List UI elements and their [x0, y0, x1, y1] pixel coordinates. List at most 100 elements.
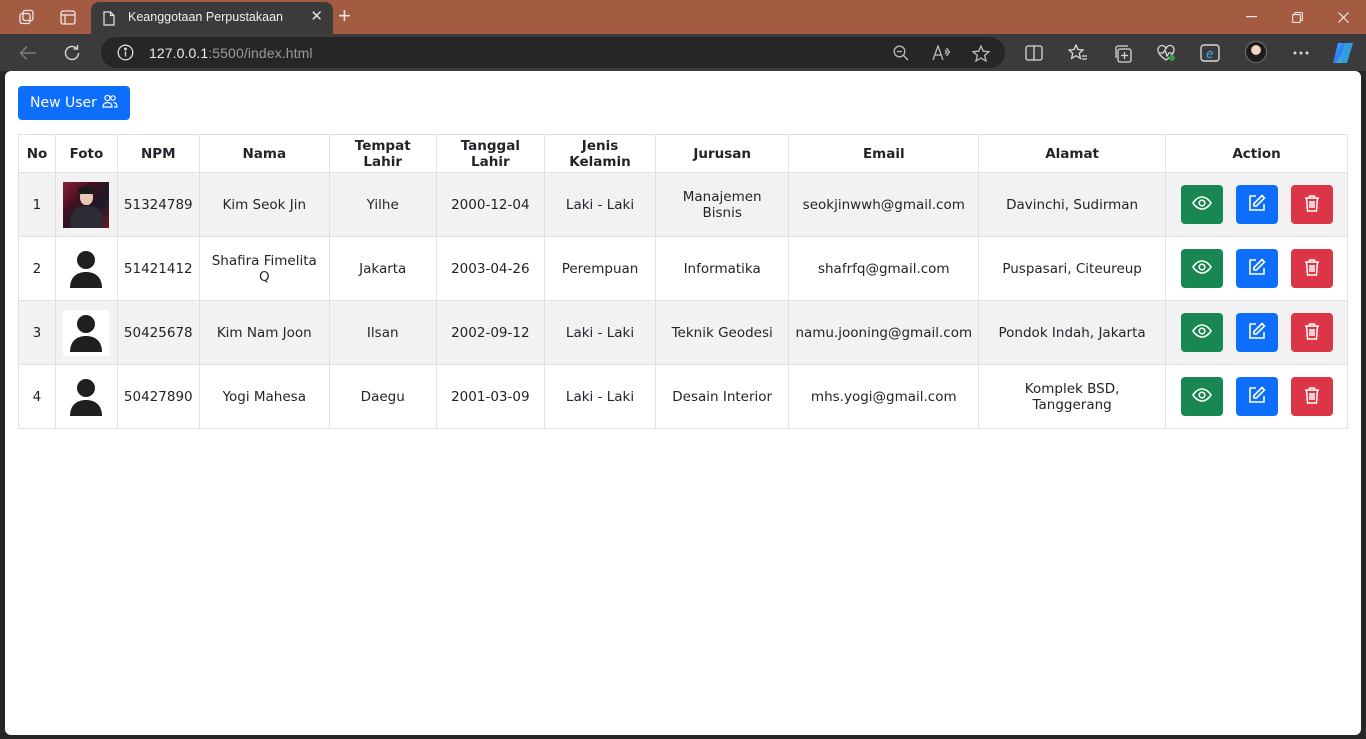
- page-icon: [103, 11, 115, 31]
- cell-jenis-kelamin: Laki - Laki: [544, 364, 656, 429]
- cell-jenis-kelamin: Laki - Laki: [544, 300, 656, 365]
- view-button[interactable]: [1180, 377, 1223, 416]
- new-user-button[interactable]: New User: [18, 86, 130, 120]
- column-header: Action: [1165, 134, 1348, 173]
- zoom-icon[interactable]: [891, 43, 911, 63]
- edge-bar-icon[interactable]: e: [1199, 42, 1221, 64]
- eye-icon: [1191, 260, 1212, 277]
- cell-alamat: Davinchi, Sudirman: [978, 172, 1167, 237]
- edit-icon: [1248, 386, 1266, 407]
- members-table: No Foto NPM Nama Tempat Lahir Tanggal La…: [18, 134, 1348, 429]
- delete-button[interactable]: [1290, 377, 1333, 416]
- edit-icon: [1248, 194, 1266, 215]
- address-bar[interactable]: 127.0.0.1:5500/index.html: [101, 37, 1005, 68]
- cell-nama: Shafira Fimelita Q: [198, 236, 330, 301]
- column-header: Tempat Lahir: [328, 134, 437, 173]
- users-icon: [102, 94, 118, 112]
- edit-button[interactable]: [1235, 377, 1278, 416]
- delete-button[interactable]: [1290, 313, 1333, 352]
- trash-icon: [1304, 322, 1320, 343]
- workspaces-icon[interactable]: [14, 6, 38, 28]
- column-header: Jenis Kelamin: [544, 134, 656, 173]
- trash-icon: [1304, 194, 1320, 215]
- close-window-icon[interactable]: [1320, 6, 1366, 28]
- user-placeholder-icon: [63, 309, 110, 356]
- restore-icon[interactable]: [1274, 6, 1320, 28]
- tab-actions-icon[interactable]: [56, 6, 80, 28]
- table-row: 1 51324789 Kim Seok Jin Yilhe 2000-12-04…: [18, 172, 1348, 237]
- cell-npm: 51324789: [116, 172, 200, 237]
- more-menu-icon[interactable]: [1290, 42, 1312, 64]
- cell-nama: Yogi Mahesa: [198, 364, 330, 429]
- eye-icon: [1191, 388, 1212, 405]
- cell-npm: 50425678: [116, 300, 200, 365]
- edit-button[interactable]: [1235, 185, 1278, 224]
- user-placeholder-icon: [63, 245, 110, 292]
- cell-tanggal-lahir: 2001-03-09: [435, 364, 546, 429]
- edit-icon: [1248, 258, 1266, 279]
- user-placeholder-icon: [63, 373, 110, 420]
- split-screen-icon[interactable]: [1023, 42, 1045, 64]
- view-button[interactable]: [1180, 249, 1223, 288]
- cell-tempat-lahir: Ilsan: [328, 300, 437, 365]
- delete-button[interactable]: [1290, 249, 1333, 288]
- favorite-star-icon[interactable]: [971, 43, 991, 63]
- column-header: Nama: [198, 134, 330, 173]
- eye-icon: [1191, 324, 1212, 341]
- active-tab[interactable]: Keanggotaan Perpustakaan ✕: [91, 2, 333, 34]
- cell-npm: 51421412: [116, 236, 200, 301]
- cell-tanggal-lahir: 2003-04-26: [435, 236, 546, 301]
- new-user-label: New User: [30, 95, 97, 111]
- column-header: NPM: [116, 134, 200, 173]
- close-tab-icon[interactable]: ✕: [310, 9, 323, 25]
- column-header: Email: [788, 134, 980, 173]
- cell-alamat: Pondok Indah, Jakarta: [978, 300, 1167, 365]
- back-icon[interactable]: [15, 40, 41, 66]
- site-info-icon[interactable]: [117, 44, 134, 66]
- cell-tempat-lahir: Daegu: [328, 364, 437, 429]
- cell-jenis-kelamin: Laki - Laki: [544, 172, 656, 237]
- cell-tanggal-lahir: 2002-09-12: [435, 300, 546, 365]
- eye-icon: [1191, 196, 1212, 213]
- cell-jurusan: Teknik Geodesi: [654, 300, 790, 365]
- table-header-row: No Foto NPM Nama Tempat Lahir Tanggal La…: [18, 134, 1348, 173]
- read-aloud-icon[interactable]: [931, 43, 951, 63]
- column-header: Tanggal Lahir: [435, 134, 546, 173]
- tab-title: Keanggotaan Perpustakaan: [128, 10, 283, 24]
- profile-avatar[interactable]: [1245, 41, 1267, 63]
- cell-tempat-lahir: Jakarta: [328, 236, 437, 301]
- cell-npm: 50427890: [116, 364, 200, 429]
- edit-button[interactable]: [1235, 313, 1278, 352]
- cell-jurusan: Manajemen Bisnis: [654, 172, 790, 237]
- cell-nama: Kim Seok Jin: [198, 172, 330, 237]
- browser-essentials-icon[interactable]: [1155, 42, 1177, 64]
- refresh-icon[interactable]: [59, 40, 85, 66]
- view-button[interactable]: [1180, 313, 1223, 352]
- browser-toolbar: 127.0.0.1:5500/index.html e: [0, 34, 1366, 71]
- edit-button[interactable]: [1235, 249, 1278, 288]
- trash-icon: [1304, 258, 1320, 279]
- copilot-icon[interactable]: [1331, 41, 1355, 65]
- table-row: 2 51421412 Shafira Fimelita Q Jakarta 20…: [18, 236, 1348, 301]
- url-text: 127.0.0.1:5500/index.html: [149, 45, 313, 61]
- delete-button[interactable]: [1290, 185, 1333, 224]
- view-button[interactable]: [1180, 185, 1223, 224]
- browser-titlebar: Keanggotaan Perpustakaan ✕ +: [0, 0, 1366, 34]
- person-photo: [63, 181, 110, 228]
- favorites-icon[interactable]: [1067, 42, 1089, 64]
- minimize-icon[interactable]: [1228, 6, 1274, 28]
- cell-jurusan: Informatika: [654, 236, 790, 301]
- new-tab-icon[interactable]: +: [338, 5, 351, 27]
- cell-alamat: Puspasari, Citeureup: [978, 236, 1167, 301]
- table-row: 3 50425678 Kim Nam Joon Ilsan 2002-09-12…: [18, 300, 1348, 365]
- cell-tanggal-lahir: 2000-12-04: [435, 172, 546, 237]
- cell-tempat-lahir: Yilhe: [328, 172, 437, 237]
- collections-icon[interactable]: [1111, 42, 1133, 64]
- cell-email: shafrfq@gmail.com: [788, 236, 980, 301]
- column-header: No: [18, 134, 56, 173]
- table-row: 4 50427890 Yogi Mahesa Daegu 2001-03-09 …: [18, 364, 1348, 429]
- edit-icon: [1248, 322, 1266, 343]
- cell-email: namu.jooning@gmail.com: [788, 300, 980, 365]
- cell-jurusan: Desain Interior: [654, 364, 790, 429]
- svg-text:e: e: [1206, 47, 1213, 61]
